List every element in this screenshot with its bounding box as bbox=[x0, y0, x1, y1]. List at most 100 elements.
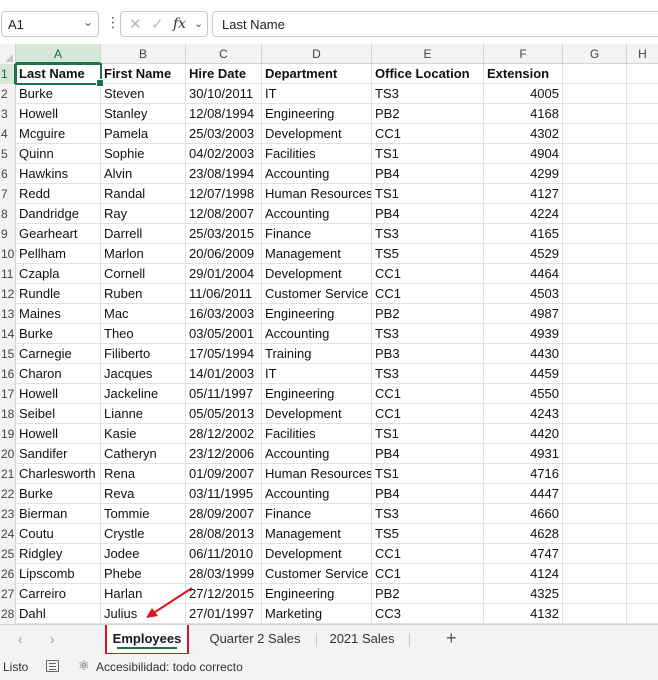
cell-department[interactable]: Accounting bbox=[262, 164, 372, 184]
cell-hire-date[interactable]: 05/11/1997 bbox=[186, 384, 262, 404]
cell-extension[interactable]: 4904 bbox=[484, 144, 563, 164]
cell-empty[interactable] bbox=[627, 584, 658, 604]
cell-office-location[interactable]: PB4 bbox=[372, 204, 484, 224]
row-header[interactable]: 8 bbox=[0, 204, 16, 224]
cell-first-name[interactable]: Darrell bbox=[101, 224, 186, 244]
cell-empty[interactable] bbox=[563, 304, 627, 324]
row-header[interactable]: 15 bbox=[0, 344, 16, 364]
cell-empty[interactable] bbox=[627, 184, 658, 204]
cell-first-name[interactable]: Lianne bbox=[101, 404, 186, 424]
cell-last-name[interactable]: Ridgley bbox=[16, 544, 101, 564]
cell-office-location[interactable]: CC1 bbox=[372, 564, 484, 584]
cell-empty[interactable] bbox=[563, 564, 627, 584]
row-header[interactable]: 3 bbox=[0, 104, 16, 124]
cell-empty[interactable] bbox=[627, 484, 658, 504]
cell-extension[interactable]: 4660 bbox=[484, 504, 563, 524]
cell-department[interactable]: IT bbox=[262, 84, 372, 104]
cell-department[interactable]: Customer Service bbox=[262, 284, 372, 304]
cell-empty[interactable] bbox=[627, 444, 658, 464]
cell-empty[interactable] bbox=[627, 144, 658, 164]
column-header-a[interactable]: A bbox=[16, 44, 101, 64]
cell-department[interactable]: Human Resources bbox=[262, 184, 372, 204]
cell-office-location[interactable]: TS1 bbox=[372, 144, 484, 164]
cell-hire-date[interactable]: 16/03/2003 bbox=[186, 304, 262, 324]
cell-extension[interactable]: 4503 bbox=[484, 284, 563, 304]
column-header-d[interactable]: D bbox=[262, 44, 372, 64]
cell-extension[interactable]: 4132 bbox=[484, 604, 563, 624]
cell-hire-date[interactable]: 04/02/2003 bbox=[186, 144, 262, 164]
cell-office-location[interactable]: TS5 bbox=[372, 524, 484, 544]
cell-hire-date[interactable]: 28/09/2007 bbox=[186, 504, 262, 524]
cell-office-location[interactable]: TS5 bbox=[372, 244, 484, 264]
cell-hire-date[interactable]: 11/06/2011 bbox=[186, 284, 262, 304]
row-header[interactable]: 20 bbox=[0, 444, 16, 464]
cell-hire-date[interactable]: 28/08/2013 bbox=[186, 524, 262, 544]
cell-first-name[interactable]: Filiberto bbox=[101, 344, 186, 364]
cell-first-name[interactable]: Reva bbox=[101, 484, 186, 504]
cell-empty[interactable] bbox=[563, 224, 627, 244]
cell-extension[interactable]: 4325 bbox=[484, 584, 563, 604]
cell-department-header[interactable]: Department bbox=[262, 64, 372, 84]
cell-extension[interactable]: 4165 bbox=[484, 224, 563, 244]
cell-first-name[interactable]: Theo bbox=[101, 324, 186, 344]
cell-extension[interactable]: 4529 bbox=[484, 244, 563, 264]
cell-empty[interactable] bbox=[563, 84, 627, 104]
cell-first-name[interactable]: Pamela bbox=[101, 124, 186, 144]
cell-office-location[interactable]: PB4 bbox=[372, 484, 484, 504]
cell-empty[interactable] bbox=[563, 204, 627, 224]
cell-first-name[interactable]: Kasie bbox=[101, 424, 186, 444]
cell-last-name[interactable]: Gearheart bbox=[16, 224, 101, 244]
cell-first-name[interactable]: Catheryn bbox=[101, 444, 186, 464]
cell-last-name[interactable]: Dandridge bbox=[16, 204, 101, 224]
cell-last-name[interactable]: Dahl bbox=[16, 604, 101, 624]
cell-extension[interactable]: 4224 bbox=[484, 204, 563, 224]
cell-first-name[interactable]: Ruben bbox=[101, 284, 186, 304]
column-header-b[interactable]: B bbox=[101, 44, 186, 64]
cell-office-location[interactable]: CC1 bbox=[372, 284, 484, 304]
cell-empty[interactable] bbox=[627, 224, 658, 244]
scroll-tabs-right-icon[interactable]: › bbox=[50, 631, 55, 647]
cell-office-location[interactable]: TS3 bbox=[372, 504, 484, 524]
cell-empty[interactable] bbox=[627, 384, 658, 404]
cell-department[interactable]: Engineering bbox=[262, 104, 372, 124]
cell-first-name[interactable]: Stanley bbox=[101, 104, 186, 124]
cell-hire-date[interactable]: 29/01/2004 bbox=[186, 264, 262, 284]
row-header[interactable]: 2 bbox=[0, 84, 16, 104]
cell-empty[interactable] bbox=[627, 544, 658, 564]
cell-extension[interactable]: 4987 bbox=[484, 304, 563, 324]
row-header[interactable]: 16 bbox=[0, 364, 16, 384]
row-header[interactable]: 13 bbox=[0, 304, 16, 324]
cell-last-name[interactable]: Maines bbox=[16, 304, 101, 324]
cell-empty[interactable] bbox=[627, 364, 658, 384]
cell-empty[interactable] bbox=[563, 484, 627, 504]
cell-first-name-header[interactable]: First Name bbox=[101, 64, 186, 84]
tab-quarter-2-sales[interactable]: Quarter 2 Sales bbox=[196, 625, 314, 655]
cell-empty[interactable] bbox=[563, 184, 627, 204]
row-header[interactable]: 9 bbox=[0, 224, 16, 244]
cell-department[interactable]: Training bbox=[262, 344, 372, 364]
cell-department[interactable]: Engineering bbox=[262, 384, 372, 404]
cell-extension[interactable]: 4243 bbox=[484, 404, 563, 424]
cell-department[interactable]: Development bbox=[262, 124, 372, 144]
cell-last-name[interactable]: Hawkins bbox=[16, 164, 101, 184]
cell-first-name[interactable]: Tommie bbox=[101, 504, 186, 524]
cell-department[interactable]: Human Resources bbox=[262, 464, 372, 484]
cell-last-name[interactable]: Howell bbox=[16, 384, 101, 404]
cell-empty[interactable] bbox=[563, 284, 627, 304]
cell-department[interactable]: Engineering bbox=[262, 584, 372, 604]
cell-hire-date[interactable]: 12/08/1994 bbox=[186, 104, 262, 124]
row-header[interactable]: 21 bbox=[0, 464, 16, 484]
cell-last-name[interactable]: Pellham bbox=[16, 244, 101, 264]
cell-first-name[interactable]: Jodee bbox=[101, 544, 186, 564]
cell-first-name[interactable]: Alvin bbox=[101, 164, 186, 184]
cell-hire-date[interactable]: 23/12/2006 bbox=[186, 444, 262, 464]
formula-input[interactable]: Last Name bbox=[212, 11, 658, 37]
cell-last-name-header[interactable]: Last Name bbox=[16, 64, 101, 84]
cell-empty[interactable] bbox=[627, 464, 658, 484]
cell-empty[interactable] bbox=[627, 324, 658, 344]
cell-office-location-header[interactable]: Office Location bbox=[372, 64, 484, 84]
cell-extension[interactable]: 4939 bbox=[484, 324, 563, 344]
cell-last-name[interactable]: Carnegie bbox=[16, 344, 101, 364]
cell-extension[interactable]: 4716 bbox=[484, 464, 563, 484]
cell-last-name[interactable]: Seibel bbox=[16, 404, 101, 424]
